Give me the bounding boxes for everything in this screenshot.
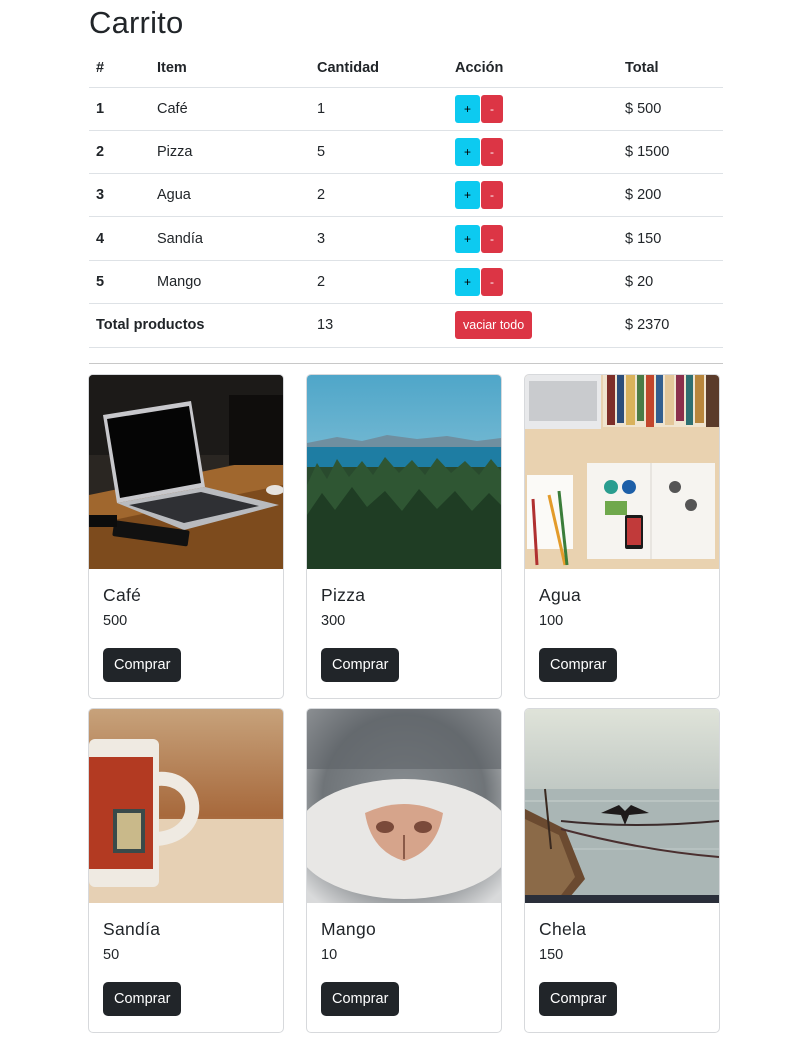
product-card: Sandía 50 Comprar — [88, 708, 284, 1033]
product-price: 10 — [321, 947, 338, 963]
increase-button[interactable]: + — [455, 224, 480, 253]
product-name: Sandía — [103, 919, 161, 939]
row-number: 2 — [89, 130, 150, 175]
product-image — [89, 375, 283, 569]
product-image — [525, 375, 719, 569]
increase-button[interactable]: + — [455, 137, 480, 166]
product-card: Pizza 300 Comprar — [306, 374, 502, 699]
col-header-item: Item — [150, 50, 310, 88]
product-price: 300 — [321, 613, 346, 629]
col-header-quantity: Cantidad — [310, 50, 448, 88]
row-actions: + - — [448, 260, 618, 304]
product-price: 500 — [103, 613, 128, 629]
cart-section: Carrito # Item Cantidad Acción Total 1 C… — [89, 0, 723, 364]
product-card: Agua 100 Comprar — [524, 374, 720, 699]
product-image — [307, 375, 501, 569]
row-quantity: 5 — [310, 130, 448, 175]
row-actions: + - — [448, 216, 618, 261]
product-name: Café — [103, 585, 142, 605]
divider — [89, 362, 723, 364]
increase-button[interactable]: + — [455, 267, 480, 296]
empty-cart-button[interactable]: vaciar todo — [455, 311, 533, 340]
cart-table: # Item Cantidad Acción Total 1 Café 1 + -… — [89, 50, 723, 348]
row-number: 1 — [89, 87, 150, 131]
col-header-action: Acción — [448, 50, 618, 88]
product-price: 50 — [103, 947, 120, 963]
product-card: Mango 10 Comprar — [306, 708, 502, 1033]
row-total: $ 500 — [618, 87, 723, 131]
row-total: $ 20 — [618, 260, 723, 304]
table-row: 3 Agua 2 + - $ 200 — [89, 173, 723, 218]
col-header-number: # — [89, 50, 150, 88]
row-item: Mango — [150, 260, 310, 304]
product-name: Pizza — [321, 585, 366, 605]
footer-actions: vaciar todo — [448, 303, 618, 348]
increase-button[interactable]: + — [455, 94, 480, 123]
row-number: 3 — [89, 173, 150, 218]
row-item: Pizza — [150, 130, 310, 175]
row-item: Agua — [150, 173, 310, 218]
product-price: 100 — [539, 613, 564, 629]
increase-button[interactable]: + — [455, 181, 480, 210]
decrease-button[interactable]: - — [481, 137, 503, 166]
buy-button[interactable]: Comprar — [103, 982, 182, 1016]
row-quantity: 3 — [310, 216, 448, 261]
cart-footer-row: Total productos 13 vaciar todo $ 2370 — [89, 303, 723, 348]
row-actions: + - — [448, 173, 618, 218]
buy-button[interactable]: Comprar — [321, 982, 400, 1016]
decrease-button[interactable]: - — [481, 267, 503, 296]
decrease-button[interactable]: - — [481, 94, 503, 123]
row-actions: + - — [448, 87, 618, 131]
row-item: Sandía — [150, 216, 310, 261]
product-name: Chela — [539, 919, 587, 939]
row-number: 5 — [89, 260, 150, 304]
row-total: $ 1500 — [618, 130, 723, 175]
product-card: Café 500 Comprar — [88, 374, 284, 699]
table-row: 5 Mango 2 + - $ 20 — [89, 260, 723, 304]
page-title: Carrito — [89, 5, 184, 40]
table-row: 2 Pizza 5 + - $ 1500 — [89, 130, 723, 175]
total-products-label: Total productos — [89, 303, 310, 348]
table-row: 4 Sandía 3 + - $ 150 — [89, 216, 723, 261]
row-item: Café — [150, 87, 310, 131]
row-number: 4 — [89, 216, 150, 261]
buy-button[interactable]: Comprar — [539, 648, 618, 682]
decrease-button[interactable]: - — [481, 224, 503, 253]
buy-button[interactable]: Comprar — [539, 982, 618, 1016]
product-name: Mango — [321, 919, 377, 939]
buy-button[interactable]: Comprar — [103, 648, 182, 682]
buy-button[interactable]: Comprar — [321, 648, 400, 682]
row-quantity: 2 — [310, 260, 448, 304]
product-grid: Café 500 Comprar Pizza 300 Comprar Agua … — [88, 374, 724, 1033]
product-image — [525, 709, 719, 903]
product-name: Agua — [539, 585, 582, 605]
product-price: 150 — [539, 947, 564, 963]
decrease-button[interactable]: - — [481, 181, 503, 210]
row-quantity: 2 — [310, 173, 448, 218]
product-image — [89, 709, 283, 903]
total-quantity: 13 — [310, 303, 448, 348]
cart-header-row: # Item Cantidad Acción Total — [89, 50, 723, 88]
grand-total: $ 2370 — [618, 303, 723, 348]
row-quantity: 1 — [310, 87, 448, 131]
product-card: Chela 150 Comprar — [524, 708, 720, 1033]
product-image — [307, 709, 501, 903]
row-total: $ 200 — [618, 173, 723, 218]
row-total: $ 150 — [618, 216, 723, 261]
row-actions: + - — [448, 130, 618, 175]
table-row: 1 Café 1 + - $ 500 — [89, 87, 723, 131]
col-header-total: Total — [618, 50, 723, 88]
